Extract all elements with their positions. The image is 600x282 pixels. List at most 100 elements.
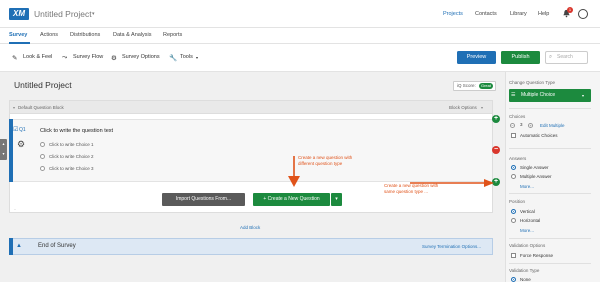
chevron-down-icon[interactable]: ▾: [582, 93, 584, 98]
search-icon: ⌕: [549, 54, 553, 60]
automatic-choices-label: Automatic Choices: [520, 133, 558, 138]
force-response-label: Force Response: [520, 253, 554, 258]
annotation-line: same question type ...: [384, 188, 429, 194]
divider: [509, 193, 591, 194]
force-response-checkbox[interactable]: [511, 253, 516, 258]
question-move-handle[interactable]: ▴ ▾: [0, 139, 7, 160]
tools-chevron-icon[interactable]: ▾: [196, 55, 198, 60]
horizontal-label: Horizontal: [520, 218, 541, 223]
validation-type-label: Validation Type: [509, 268, 540, 273]
tab-data-analysis[interactable]: Data & Analysis: [113, 32, 152, 38]
wrench-icon[interactable]: 🔧: [169, 54, 177, 62]
end-of-survey-block[interactable]: [9, 238, 493, 255]
survey-flow-button[interactable]: Survey Flow: [73, 54, 103, 60]
question-id: Q1: [19, 127, 26, 133]
divider: [509, 148, 591, 149]
automatic-choices-checkbox[interactable]: [511, 133, 516, 138]
preview-label: Preview: [466, 54, 487, 60]
multiple-answer-label: Multiple Answer: [520, 174, 552, 179]
divider: [509, 238, 591, 239]
horizontal-radio[interactable]: [511, 218, 516, 223]
collapse-block-icon[interactable]: ▾: [13, 105, 15, 110]
gear-icon[interactable]: ⚙: [111, 54, 117, 62]
decrement-choices-button[interactable]: −: [510, 123, 515, 128]
choice-radio[interactable]: [40, 142, 45, 147]
tab-distributions[interactable]: Distributions: [70, 32, 100, 38]
tab-reports[interactable]: Reports: [163, 32, 182, 38]
edit-multiple-link[interactable]: Edit Multiple: [540, 123, 565, 128]
divider: [509, 108, 591, 109]
create-new-question-button[interactable]: + Create a New Question: [253, 193, 330, 206]
block-options-menu[interactable]: Block Options: [449, 105, 477, 110]
question-type-select[interactable]: Multiple Choice: [509, 89, 591, 102]
question-text[interactable]: Click to write the question text: [40, 128, 113, 134]
tools-button[interactable]: Tools: [180, 54, 193, 60]
choice-3-text[interactable]: Click to write Choice 3: [49, 166, 94, 171]
validation-options-label: Validation Options: [509, 243, 546, 248]
single-answer-radio[interactable]: [511, 165, 516, 170]
import-questions-button[interactable]: Import Questions From...: [162, 193, 245, 206]
validation-none-label: None: [520, 277, 531, 282]
user-account-icon[interactable]: [578, 9, 588, 19]
choice-radio[interactable]: [40, 154, 45, 159]
choice-2-text[interactable]: Click to write Choice 2: [49, 154, 94, 159]
annotation-right-arrow: [410, 179, 494, 187]
create-button-label: Create a New Question: [267, 196, 320, 202]
position-more-link[interactable]: More...: [520, 228, 534, 233]
multiple-choice-icon: ☰: [511, 92, 516, 98]
warning-icon: ▲: [16, 243, 22, 249]
look-and-feel-button[interactable]: Look & Feel: [23, 54, 52, 60]
notification-badge: 1: [567, 7, 573, 13]
insert-question-above-button[interactable]: +: [492, 115, 500, 123]
project-title[interactable]: Untitled Project: [34, 9, 92, 19]
annotation-line: different question type: [298, 160, 343, 166]
divider: [509, 263, 591, 264]
nav-help[interactable]: Help: [538, 11, 549, 17]
block-header: [10, 101, 492, 114]
survey-title[interactable]: Untitled Project: [14, 80, 72, 90]
paintbrush-icon[interactable]: ✎: [12, 54, 17, 62]
add-block-link[interactable]: Add Block: [240, 225, 260, 230]
publish-button[interactable]: Publish: [501, 51, 540, 64]
nav-library[interactable]: Library: [510, 11, 527, 17]
end-of-survey-accent: [9, 238, 13, 255]
vertical-radio[interactable]: [511, 209, 516, 214]
annotation-line: Create a new question with: [298, 155, 353, 160]
end-of-survey-label: End of Survey: [38, 243, 76, 249]
remove-question-button[interactable]: −: [492, 146, 500, 154]
annotation-different-type: Create a new question with different que…: [298, 155, 352, 166]
annotation-down-arrow: [288, 156, 300, 187]
xm-logo[interactable]: XM: [9, 8, 29, 20]
nav-contacts[interactable]: Contacts: [475, 11, 497, 17]
block-name[interactable]: Default Question Block: [18, 105, 64, 110]
chevron-down-icon[interactable]: ▾: [92, 11, 95, 17]
create-question-type-chevron-icon[interactable]: ▾: [331, 193, 342, 206]
survey-options-button[interactable]: Survey Options: [122, 54, 160, 60]
iq-score-badge: Great: [479, 83, 493, 89]
answers-more-link[interactable]: More...: [520, 184, 534, 189]
change-question-type-label: Change Question Type: [509, 80, 555, 85]
question-settings-gear-icon[interactable]: ⚙: [17, 139, 25, 150]
choice-1-text[interactable]: Click to write Choice 1: [49, 142, 94, 147]
flow-icon[interactable]: ⤳: [62, 54, 67, 62]
answers-label: Answers: [509, 156, 527, 161]
multiple-answer-radio[interactable]: [511, 174, 516, 179]
block-footer-ellipsis: ..: [14, 206, 17, 211]
survey-termination-options-link[interactable]: Survey Termination Options...: [422, 244, 481, 249]
tab-survey[interactable]: Survey: [9, 32, 27, 38]
increment-choices-button[interactable]: +: [528, 123, 533, 128]
publish-label: Publish: [511, 54, 530, 60]
preview-button[interactable]: Preview: [457, 51, 496, 64]
tab-actions[interactable]: Actions: [40, 32, 58, 38]
block-options-chevron-icon[interactable]: ▾: [481, 105, 483, 110]
nav-projects[interactable]: Projects: [443, 11, 463, 17]
choice-radio[interactable]: [40, 166, 45, 171]
choices-label: Choices: [509, 114, 526, 119]
import-button-label: Import Questions From...: [175, 196, 232, 202]
choices-count[interactable]: 3: [520, 122, 523, 127]
position-label: Position: [509, 199, 526, 204]
validation-none-radio[interactable]: [511, 277, 516, 282]
single-answer-label: Single Answer: [520, 165, 549, 170]
question-select-checkbox-icon[interactable]: ☑: [13, 126, 18, 133]
vertical-label: Vertical: [520, 209, 535, 214]
